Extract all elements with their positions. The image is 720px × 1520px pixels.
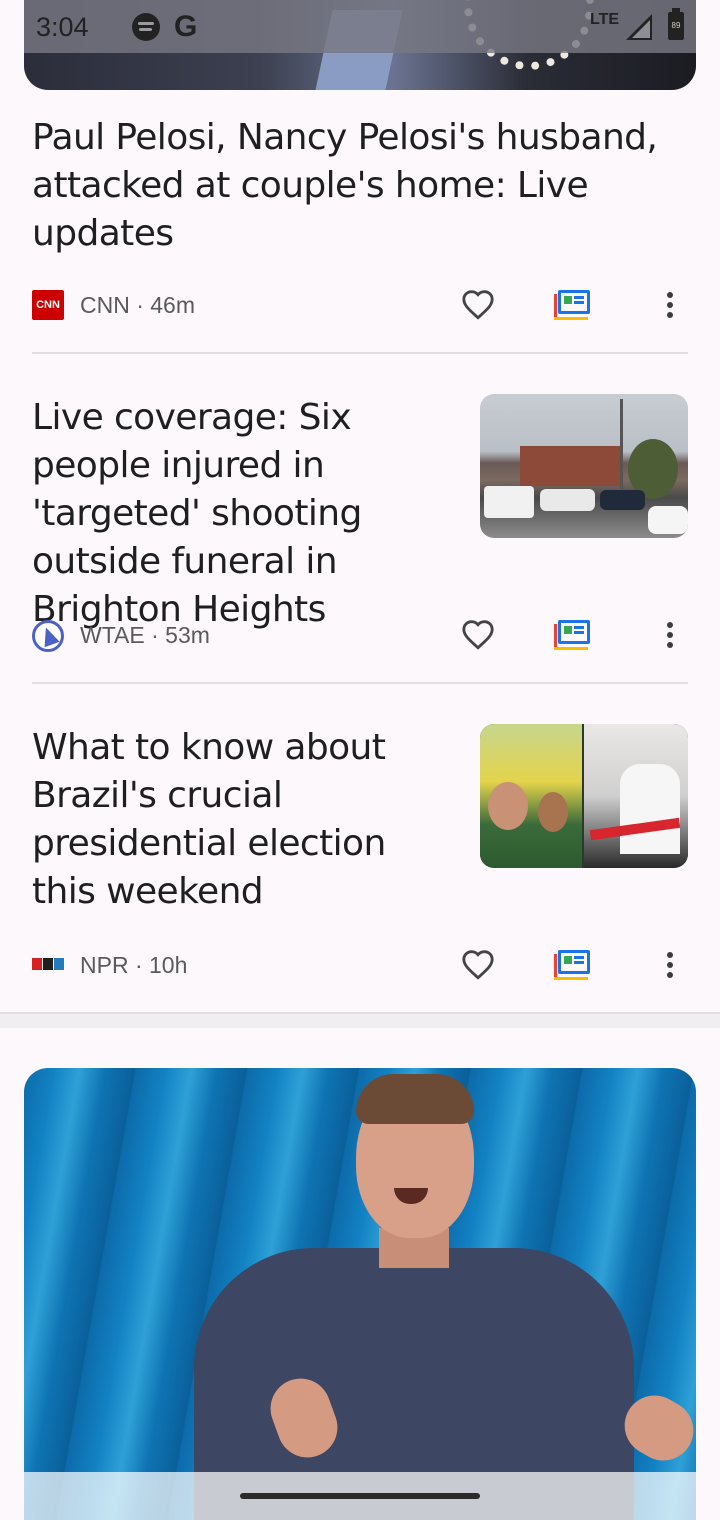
spotify-icon bbox=[132, 13, 160, 41]
hero-story-image[interactable] bbox=[24, 1068, 696, 1520]
cnn-logo: CNN bbox=[32, 290, 64, 320]
wtae-logo bbox=[32, 620, 64, 652]
full-coverage-icon[interactable] bbox=[554, 290, 592, 320]
heart-icon[interactable] bbox=[460, 948, 496, 982]
article-meta-row: NPR · 10h bbox=[32, 946, 688, 982]
heart-icon[interactable] bbox=[460, 618, 496, 652]
article-headline[interactable]: What to know about Brazil's crucial pres… bbox=[32, 724, 452, 916]
article-headline[interactable]: Paul Pelosi, Nancy Pelosi's husband, att… bbox=[32, 114, 688, 258]
article-source: WTAE · 53m bbox=[80, 622, 210, 648]
article-thumbnail[interactable] bbox=[480, 724, 688, 868]
news-feed-screen: 3:04 G LTE 89 Paul Pelosi, Nancy Pelosi'… bbox=[0, 0, 720, 1520]
divider bbox=[32, 682, 688, 684]
heart-icon[interactable] bbox=[460, 288, 496, 322]
full-coverage-icon[interactable] bbox=[554, 620, 592, 650]
more-vert-icon[interactable] bbox=[660, 950, 680, 980]
article-card[interactable]: Live coverage: Six people injured in 'ta… bbox=[32, 394, 688, 630]
section-divider bbox=[0, 1012, 720, 1028]
battery-level: 89 bbox=[671, 21, 681, 30]
article-meta-row: WTAE · 53m bbox=[32, 616, 688, 652]
article-source: NPR · 10h bbox=[80, 952, 188, 978]
full-coverage-icon[interactable] bbox=[554, 950, 592, 980]
npr-logo bbox=[32, 958, 64, 970]
battery-icon: 89 bbox=[668, 8, 684, 40]
divider bbox=[32, 352, 688, 354]
google-icon: G bbox=[174, 10, 198, 43]
article-meta-row: CNN CNN · 46m bbox=[32, 286, 688, 322]
article-card[interactable]: What to know about Brazil's crucial pres… bbox=[32, 724, 688, 924]
home-gesture-handle[interactable] bbox=[240, 1493, 480, 1499]
article-card[interactable]: Paul Pelosi, Nancy Pelosi's husband, att… bbox=[32, 114, 688, 258]
signal-icon bbox=[626, 14, 652, 40]
more-vert-icon[interactable] bbox=[660, 620, 680, 650]
status-time: 3:04 bbox=[36, 12, 89, 42]
status-bar: 3:04 G LTE 89 bbox=[24, 0, 696, 53]
more-vert-icon[interactable] bbox=[660, 290, 680, 320]
article-headline[interactable]: Live coverage: Six people injured in 'ta… bbox=[32, 394, 452, 634]
article-source: CNN · 46m bbox=[80, 292, 196, 318]
lte-indicator: LTE bbox=[590, 11, 620, 28]
article-thumbnail[interactable] bbox=[480, 394, 688, 538]
